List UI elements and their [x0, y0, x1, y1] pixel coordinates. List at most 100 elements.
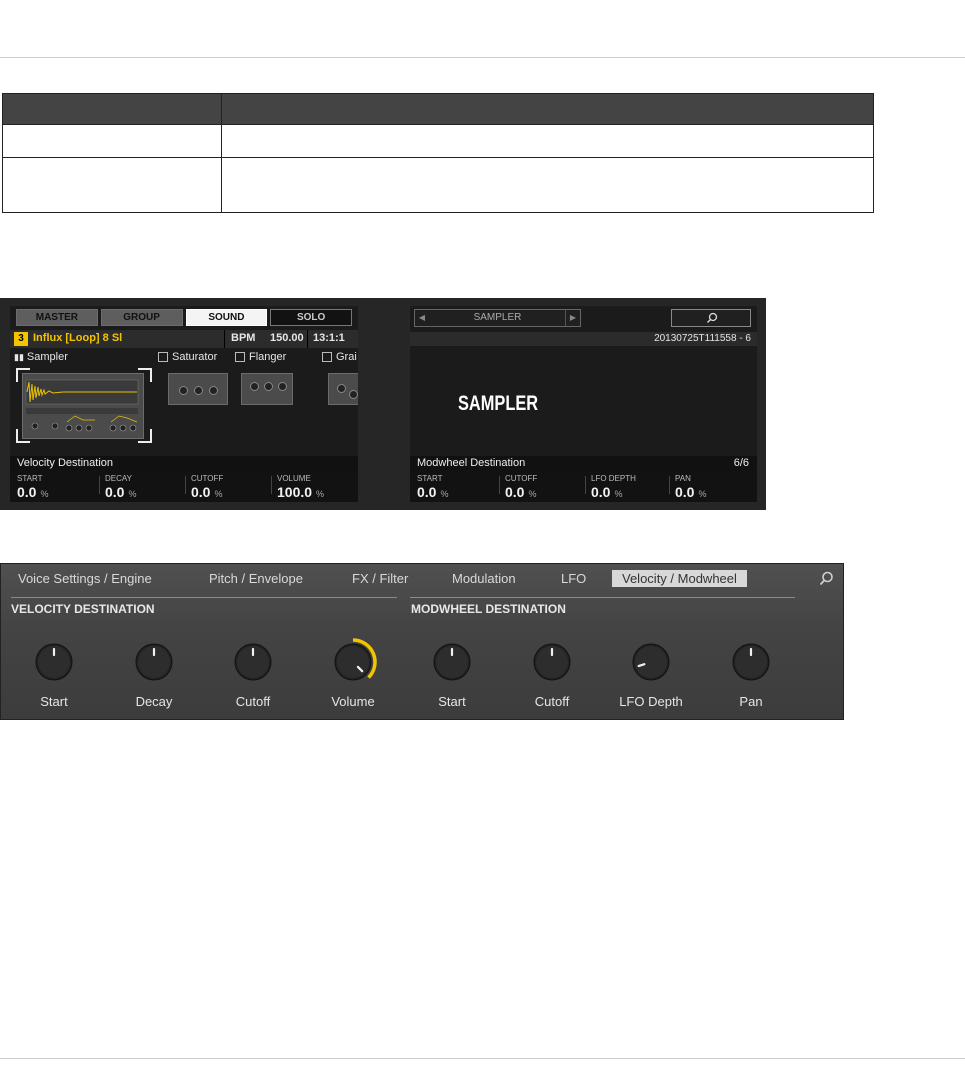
param-label: DECAY — [105, 474, 132, 483]
mode-tabs: MASTER GROUP SOUND SOLO — [16, 309, 352, 326]
knob-cutoff[interactable] — [229, 638, 277, 686]
mini-knob — [209, 386, 218, 395]
plugin-slot-grain[interactable]: Grai — [322, 351, 357, 363]
mini-knob — [349, 390, 358, 399]
table-cell — [2, 157, 222, 213]
knob-icon — [732, 643, 770, 681]
tab-solo[interactable]: SOLO — [270, 309, 352, 326]
param-value: 0.0% — [505, 484, 537, 500]
param-value: 0.0% — [591, 484, 623, 500]
plugin-slot-sampler[interactable]: ▮▮ Sampler — [14, 351, 68, 363]
knob-label: Volume — [331, 694, 375, 709]
page-title: Modwheel Destination — [417, 457, 526, 469]
tab-voice-settings-engine[interactable]: Voice Settings / Engine — [18, 571, 152, 586]
song-position: 13:1:1 — [313, 332, 345, 344]
knob-label: Decay — [135, 694, 173, 709]
page-top-rule — [0, 57, 965, 58]
arrow-left-icon[interactable]: ◀ — [415, 310, 429, 326]
flanger-thumbnail — [241, 373, 293, 405]
parameter-table — [2, 93, 874, 213]
grain-thumbnail — [328, 373, 358, 405]
knob-label: Start — [40, 694, 68, 709]
table-cell — [221, 124, 874, 158]
param-label: START — [17, 474, 43, 483]
mini-knob — [250, 382, 259, 391]
sampler-icon: ▮▮ — [14, 352, 24, 362]
section-divider — [410, 597, 795, 598]
knob-icon — [334, 638, 377, 681]
page-bottom-rule — [0, 1058, 965, 1059]
knob-pan[interactable] — [727, 638, 775, 686]
page-title-bar: Modwheel Destination 6/6 — [410, 456, 757, 470]
tab-velocity-modwheel[interactable]: Velocity / Modwheel — [612, 570, 747, 587]
table-header-cell — [221, 93, 874, 125]
param-start[interactable]: START 0.0% — [12, 474, 98, 502]
param-decay[interactable]: DECAY 0.0% — [100, 474, 186, 502]
saturator-thumbnail — [168, 373, 228, 405]
plugin-label: Flanger — [249, 351, 287, 363]
right-display: ◀ SAMPLER ▶ 20130725T111558 - 6 SAMPLER … — [410, 306, 757, 502]
table-header-cell — [2, 93, 222, 125]
knob-label: LFO Depth — [619, 694, 683, 709]
search-icon — [707, 312, 718, 323]
param-cutoff[interactable]: CUTOFF 0.0% — [186, 474, 272, 502]
param-lfo-depth[interactable]: LFO DEPTH 0.0% — [586, 474, 672, 502]
knob-label: Cutoff — [235, 694, 271, 709]
param-label: CUTOFF — [191, 474, 224, 483]
sound-name: Influx [Loop] 8 Sl — [33, 332, 123, 344]
param-value: 0.0% — [105, 484, 137, 500]
divider — [224, 330, 225, 348]
plugin-slot-flanger[interactable]: Flanger — [235, 351, 286, 363]
left-display: MASTER GROUP SOUND SOLO 3 Influx [Loop] … — [10, 306, 358, 502]
tab-master[interactable]: MASTER — [16, 309, 98, 326]
tab-group[interactable]: GROUP — [100, 309, 183, 326]
param-start[interactable]: START 0.0% — [412, 474, 498, 502]
sampler-logo: SAMPLER — [458, 392, 539, 415]
bpm-value: 150.00 — [270, 332, 304, 344]
knob-label: Pan — [739, 694, 763, 709]
knob-lfo-depth[interactable] — [627, 638, 675, 686]
plugin-icon — [322, 352, 332, 363]
section-divider — [11, 597, 397, 598]
search-button[interactable] — [671, 309, 751, 327]
tab-pitch-envelope[interactable]: Pitch / Envelope — [209, 571, 303, 586]
param-volume[interactable]: VOLUME 100.0% — [272, 474, 358, 502]
table-row — [2, 157, 874, 213]
mini-knob — [194, 386, 203, 395]
search-icon[interactable] — [817, 570, 835, 588]
sample-name: 20130725T111558 - 6 — [654, 333, 751, 344]
sampler-thumbnail — [22, 373, 144, 439]
arrow-right-icon[interactable]: ▶ — [565, 310, 580, 326]
plugin-label: Saturator — [172, 351, 218, 363]
knob-icon — [35, 643, 73, 681]
sound-info-bar: 3 Influx [Loop] 8 Sl BPM 150.00 13:1:1 — [10, 330, 358, 348]
knob-label: Cutoff — [534, 694, 570, 709]
knob-cutoff[interactable] — [528, 638, 576, 686]
plugin-label: Sampler — [26, 351, 68, 363]
param-cutoff[interactable]: CUTOFF 0.0% — [500, 474, 586, 502]
table-header-row — [2, 93, 874, 125]
hardware-displays: MASTER GROUP SOUND SOLO 3 Influx [Loop] … — [0, 298, 766, 510]
knob-volume[interactable] — [329, 638, 377, 686]
knob-start[interactable] — [30, 638, 78, 686]
tab-fx-filter[interactable]: FX / Filter — [352, 571, 408, 586]
knob-icon — [632, 643, 670, 681]
mini-knob — [278, 382, 287, 391]
knob-decay[interactable] — [130, 638, 178, 686]
param-value: 0.0% — [417, 484, 449, 500]
divider — [307, 330, 308, 348]
param-value: 0.0% — [17, 484, 49, 500]
knob-icon — [234, 643, 272, 681]
section-velocity-destination: VELOCITY DESTINATION — [11, 602, 155, 616]
param-label: VOLUME — [277, 474, 311, 483]
plugin-slot-saturator[interactable]: Saturator — [158, 351, 217, 363]
plugin-browser[interactable]: ◀ SAMPLER ▶ — [414, 309, 581, 327]
tab-lfo[interactable]: LFO — [561, 571, 586, 586]
tab-modulation[interactable]: Modulation — [452, 571, 516, 586]
sampler-software-panel: Voice Settings / Engine Pitch / Envelope… — [0, 563, 844, 720]
table-cell — [221, 157, 874, 213]
knob-start[interactable] — [428, 638, 476, 686]
param-pan[interactable]: PAN 0.0% — [670, 474, 756, 502]
knob-icon — [135, 643, 173, 681]
tab-sound[interactable]: SOUND — [185, 309, 268, 326]
